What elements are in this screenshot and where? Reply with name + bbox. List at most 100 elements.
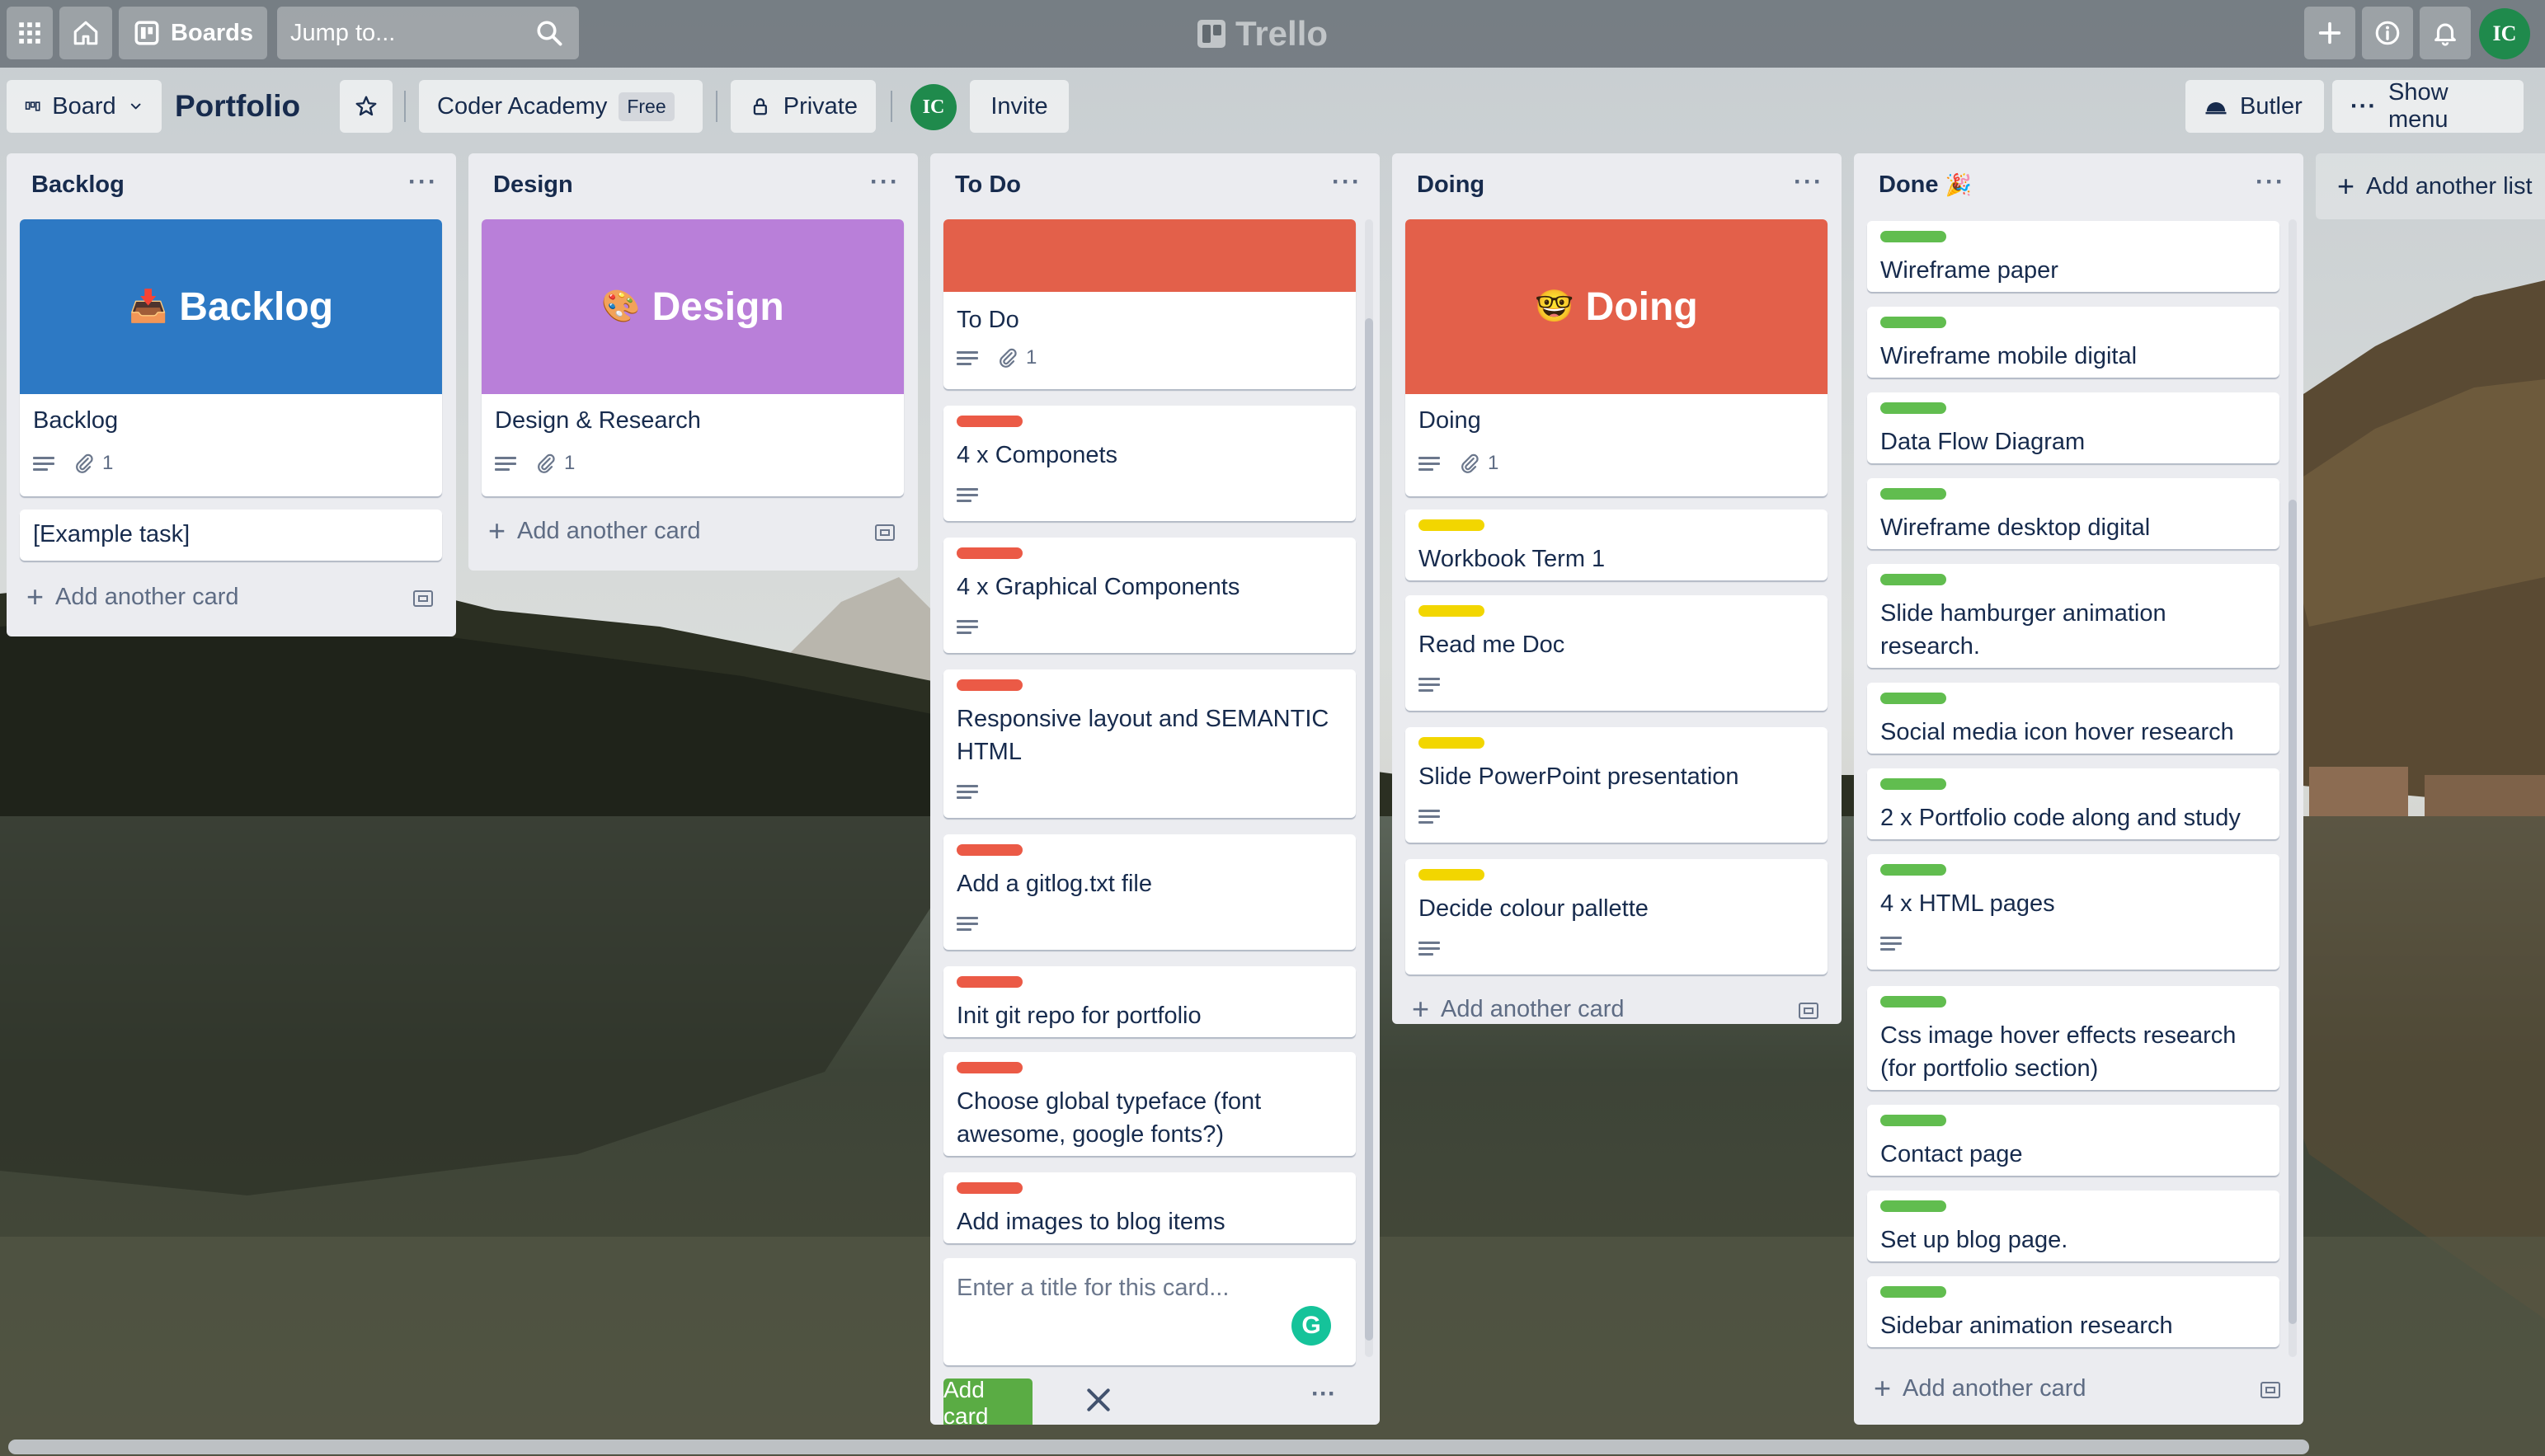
- star-board-button[interactable]: [340, 80, 393, 133]
- composer-more-button[interactable]: ···: [1311, 1380, 1336, 1408]
- card[interactable]: Css image hover effects research (for po…: [1867, 986, 2279, 1090]
- card[interactable]: Init git repo for portfolio: [943, 966, 1356, 1037]
- add-card-submit-button[interactable]: Add card: [943, 1377, 1033, 1425]
- show-menu-button[interactable]: ··· Show menu: [2332, 79, 2524, 133]
- card-badges: 1: [33, 452, 113, 475]
- user-avatar[interactable]: IC: [2479, 8, 2530, 59]
- card[interactable]: Slide PowerPoint presentation: [1405, 727, 1828, 843]
- boards-button[interactable]: Boards: [119, 7, 267, 59]
- attachment-badge: 1: [1458, 452, 1498, 475]
- cover-text: Doing: [1585, 284, 1698, 329]
- cover-card[interactable]: 🤓 Doing Doing 1: [1405, 219, 1828, 496]
- card[interactable]: 4 x HTML pages: [1867, 854, 2279, 970]
- card[interactable]: Social media icon hover research: [1867, 683, 2279, 754]
- card-title: To Do: [957, 307, 1019, 333]
- add-card-button[interactable]: + Add another card: [488, 516, 701, 546]
- add-card-button[interactable]: + Add another card: [26, 582, 239, 612]
- list-title[interactable]: To Do: [955, 171, 1021, 199]
- board-member-avatar[interactable]: IC: [910, 84, 957, 130]
- list-menu-button[interactable]: ···: [1794, 168, 1823, 196]
- card[interactable]: 4 x Componets: [943, 406, 1356, 521]
- close-composer-button[interactable]: [1082, 1383, 1115, 1416]
- jump-to-search[interactable]: Jump to...: [277, 7, 579, 59]
- card-title: 4 x Graphical Components: [957, 574, 1240, 600]
- plus-icon: +: [1412, 992, 1430, 1024]
- card-title: 4 x HTML pages: [1880, 890, 2055, 917]
- card[interactable]: Set up blog page.: [1867, 1191, 2279, 1261]
- list-title[interactable]: Design: [493, 171, 573, 199]
- butler-label: Butler: [2240, 92, 2303, 120]
- cover-card[interactable]: 📥 Backlog Backlog 1: [20, 219, 442, 496]
- add-list-label: Add another list: [2366, 172, 2533, 200]
- card-badges: [957, 915, 978, 932]
- grammarly-icon[interactable]: G: [1291, 1306, 1331, 1346]
- board-title[interactable]: Portfolio: [175, 80, 300, 133]
- invite-button[interactable]: Invite: [970, 80, 1069, 133]
- list-menu-button[interactable]: ···: [1332, 168, 1362, 196]
- green-label: [1880, 231, 1946, 242]
- card-title: Backlog: [33, 407, 119, 434]
- card-title: Slide PowerPoint presentation: [1418, 763, 1739, 790]
- information-button[interactable]: [2362, 7, 2413, 59]
- card-template-icon[interactable]: [875, 524, 895, 541]
- card-template-icon[interactable]: [2260, 1382, 2280, 1398]
- visibility-button[interactable]: Private: [731, 80, 876, 133]
- card[interactable]: Wireframe paper: [1867, 221, 2279, 292]
- cover-card[interactable]: To Do 1: [943, 219, 1356, 389]
- card-template-icon[interactable]: [1799, 1003, 1818, 1019]
- card[interactable]: Workbook Term 1: [1405, 510, 1828, 580]
- card-template-icon[interactable]: [413, 590, 433, 607]
- card-title: Wireframe mobile digital: [1880, 343, 2138, 369]
- card[interactable]: Decide colour pallette: [1405, 859, 1828, 975]
- butler-button[interactable]: Butler: [2185, 80, 2324, 133]
- card[interactable]: [Example task]: [20, 510, 442, 561]
- green-label: [1880, 693, 1946, 704]
- card[interactable]: Slide hamburger animation research.: [1867, 564, 2279, 668]
- card[interactable]: Sidebar animation research: [1867, 1276, 2279, 1347]
- description-icon: [495, 455, 516, 472]
- trello-logo[interactable]: Trello: [1197, 10, 1328, 58]
- card[interactable]: Data Flow Diagram: [1867, 392, 2279, 463]
- board-view-label: Board: [52, 92, 116, 120]
- green-label: [1880, 1115, 1946, 1126]
- card-title: Css image hover effects research (for po…: [1880, 1022, 2237, 1082]
- card-title: Read me Doc: [1418, 632, 1565, 658]
- card-title: Responsive layout and SEMANTIC HTML: [957, 706, 1329, 765]
- new-card-composer[interactable]: Enter a title for this card... G: [943, 1258, 1356, 1365]
- home-button[interactable]: [59, 7, 112, 59]
- add-card-button[interactable]: + Add another card: [1412, 994, 1625, 1024]
- lock-icon: [753, 98, 767, 115]
- description-icon: [957, 486, 978, 503]
- list-menu-button[interactable]: ···: [870, 168, 900, 196]
- list-title[interactable]: Done 🎉: [1879, 171, 1972, 199]
- team-button[interactable]: Coder Academy Free: [419, 80, 703, 133]
- card[interactable]: Contact page: [1867, 1105, 2279, 1176]
- card[interactable]: 4 x Graphical Components: [943, 538, 1356, 653]
- card[interactable]: Read me Doc: [1405, 595, 1828, 711]
- list-scrollbar-thumb[interactable]: [2289, 500, 2297, 1324]
- card[interactable]: Wireframe mobile digital: [1867, 307, 2279, 378]
- card[interactable]: Responsive layout and SEMANTIC HTML: [943, 669, 1356, 818]
- plus-icon: [2318, 21, 2341, 45]
- add-list-button[interactable]: + Add another list: [2316, 153, 2545, 219]
- create-button[interactable]: [2304, 7, 2355, 59]
- list-title[interactable]: Doing: [1417, 171, 1484, 199]
- cover-card[interactable]: 🎨 Design Design & Research 1: [482, 219, 904, 496]
- add-card-button[interactable]: + Add another card: [1874, 1374, 2086, 1403]
- list-scrollbar-thumb[interactable]: [1365, 318, 1373, 1341]
- visibility-label: Private: [783, 92, 858, 120]
- card[interactable]: Add images to blog items: [943, 1172, 1356, 1243]
- card[interactable]: Add a gitlog.txt file: [943, 834, 1356, 950]
- list-menu-button[interactable]: ···: [408, 168, 438, 196]
- card[interactable]: 2 x Portfolio code along and study: [1867, 768, 2279, 839]
- card[interactable]: Choose global typeface (font awesome, go…: [943, 1052, 1356, 1156]
- list-title[interactable]: Backlog: [31, 171, 125, 199]
- list-menu-button[interactable]: ···: [2256, 168, 2285, 196]
- apps-grid-button[interactable]: [7, 7, 53, 59]
- board-view-switcher[interactable]: Board: [7, 80, 162, 133]
- card-title: Doing: [1418, 407, 1481, 434]
- card-title: Sidebar animation research: [1880, 1313, 2173, 1339]
- card[interactable]: Wireframe desktop digital: [1867, 478, 2279, 549]
- notifications-button[interactable]: [2420, 7, 2471, 59]
- add-card-label: Add another card: [517, 517, 701, 544]
